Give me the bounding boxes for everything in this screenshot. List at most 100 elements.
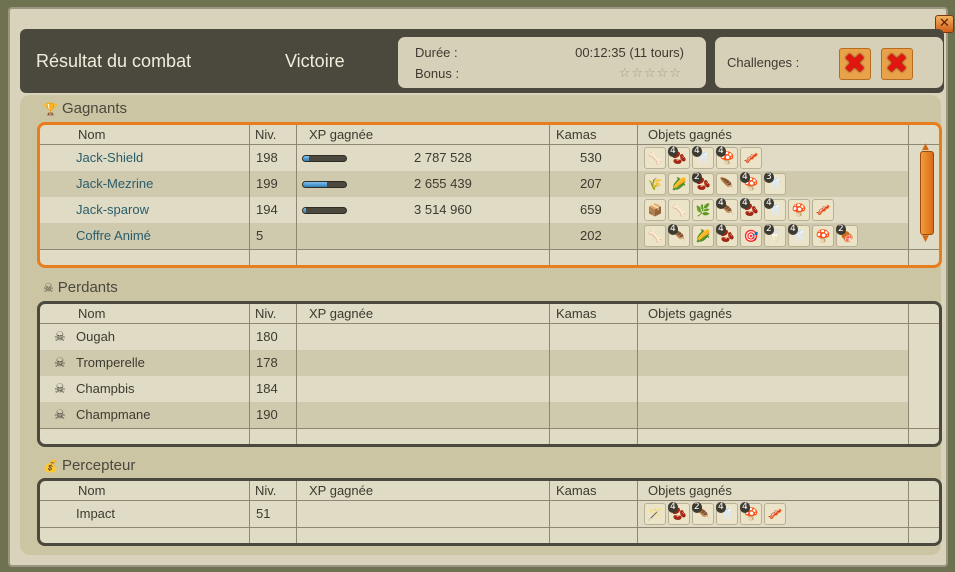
- items-gained: 📦 🦴 🌿 🪶 4 🫘 4 🦷 4 🍄 🥓: [644, 198, 836, 221]
- item-quantity-badge: 2: [836, 224, 846, 235]
- table-row[interactable]: Jack-sparow 194 3 514 960 659 📦 🦴 🌿 🪶 4 🫘 4 🦷 4 🍄 🥓: [40, 197, 908, 223]
- loot-item-icon[interactable]: 🌽: [668, 173, 690, 195]
- loot-item-icon[interactable]: 🦷 4: [716, 502, 738, 525]
- table-header: Nom Niv. XP gagnée Kamas Objets gagnés: [40, 481, 908, 500]
- kamas-gained: 207: [580, 176, 602, 191]
- scroll-up-arrow-icon[interactable]: ▲: [922, 143, 932, 152]
- player-name[interactable]: Coffre Animé: [76, 223, 151, 249]
- skull-icon: ☠: [54, 407, 66, 422]
- loot-item-icon[interactable]: 🫘 4: [668, 146, 690, 169]
- loot-item-icon[interactable]: 🫘 4: [716, 224, 738, 247]
- player-name[interactable]: Jack-Shield: [76, 145, 143, 171]
- column-header-name: Nom: [78, 483, 106, 498]
- loot-item-icon[interactable]: 🪶 4: [716, 198, 738, 221]
- scrollbar[interactable]: ▲ ▼: [920, 143, 934, 244]
- skull-icon: ☠: [54, 381, 66, 396]
- item-quantity-badge: 2: [692, 172, 702, 183]
- item-quantity-badge: 2: [692, 502, 702, 513]
- challenge-failed-icon[interactable]: [839, 47, 871, 80]
- column-header-name: Nom: [78, 127, 106, 142]
- loot-item-icon[interactable]: 🥛 2: [764, 224, 786, 247]
- combat-info-box: Durée : 00:12:35 (11 tours) Bonus : ☆☆☆☆…: [398, 37, 706, 88]
- header: Résultat du combat Victoire Durée : 00:1…: [20, 29, 944, 93]
- loot-item-icon[interactable]: 🦷 3: [764, 172, 786, 195]
- column-header-xp: XP gagnée: [309, 306, 374, 321]
- loot-item-icon[interactable]: 🌾: [644, 173, 666, 195]
- loot-item-icon[interactable]: 📦: [644, 199, 666, 221]
- item-quantity-badge: 4: [716, 146, 726, 157]
- player-name[interactable]: Jack-sparow: [76, 197, 149, 223]
- challenges-box: Challenges :: [715, 37, 943, 88]
- loot-item-icon[interactable]: 🦷 4: [764, 198, 786, 221]
- loot-item-icon[interactable]: 🪶 2: [692, 502, 714, 525]
- item-quantity-badge: 2: [764, 224, 774, 235]
- loot-item-icon[interactable]: 🍖 2: [836, 224, 858, 247]
- window-title: Résultat du combat: [36, 51, 192, 71]
- duration-label: Durée :: [415, 45, 458, 60]
- item-quantity-badge: 4: [692, 146, 702, 157]
- xp-progress-bar: [302, 181, 347, 188]
- loot-item-icon[interactable]: 🥓: [812, 199, 834, 221]
- winners-table: Nom Niv. XP gagnée Kamas Objets gagnés Jack-S…: [37, 122, 942, 268]
- loot-item-icon[interactable]: 🦴: [644, 225, 666, 247]
- loot-item-icon[interactable]: 🍄 4: [740, 172, 762, 195]
- loot-item-icon[interactable]: 🥓: [764, 503, 786, 525]
- loot-item-icon[interactable]: 🍄 4: [740, 502, 762, 525]
- column-header-items: Objets gagnés: [648, 127, 732, 142]
- column-header-level: Niv.: [255, 127, 277, 142]
- table-row[interactable]: ☠ Champmane 190: [40, 402, 908, 428]
- column-header-kamas: Kamas: [556, 306, 597, 321]
- player-name: ☠ Champbis: [54, 376, 135, 402]
- loot-item-icon[interactable]: 🪶 4: [668, 224, 690, 247]
- column-header-level: Niv.: [255, 483, 277, 498]
- scrollbar-thumb[interactable]: [920, 151, 934, 235]
- column-header-items: Objets gagnés: [648, 306, 732, 321]
- duration-value: 00:12:35 (11 tours): [575, 45, 684, 60]
- loot-item-icon[interactable]: 🌿: [692, 199, 714, 221]
- table-row[interactable]: Jack-Mezrine 199 2 655 439 207 🌾 🌽 🫘 2 🪶 🍄 4 🦷 3: [40, 171, 908, 197]
- loot-item-icon[interactable]: 🍄: [812, 225, 834, 247]
- column-header-level: Niv.: [255, 306, 277, 321]
- items-gained: 🦴 🫘 4 🦷 4 🍄 4 🥓: [644, 146, 764, 169]
- table-row[interactable]: ☠ Champbis 184: [40, 376, 908, 402]
- player-name: ☠ Tromperelle: [54, 350, 145, 376]
- loot-item-icon[interactable]: 🍄 4: [716, 146, 738, 169]
- bag-icon: 💰: [43, 459, 58, 473]
- item-quantity-badge: 4: [716, 224, 726, 235]
- loot-item-icon[interactable]: 🎯: [740, 225, 762, 247]
- player-level: 51: [256, 506, 271, 521]
- item-quantity-badge: 4: [716, 502, 726, 513]
- loot-item-icon[interactable]: 🌽: [692, 225, 714, 247]
- loot-item-icon[interactable]: 🦷 4: [692, 146, 714, 169]
- table-row[interactable]: ☠ Tromperelle 178: [40, 350, 908, 376]
- item-quantity-badge: 4: [668, 146, 678, 157]
- item-quantity-badge: 4: [788, 224, 798, 235]
- table-header: Nom Niv. XP gagnée Kamas Objets gagnés: [40, 125, 908, 144]
- table-row[interactable]: Impact 51 🪄 🫘 4 🪶 2 🦷 4 🍄 4 🥓: [40, 501, 908, 527]
- scroll-down-arrow-icon[interactable]: ▼: [922, 235, 932, 244]
- loot-item-icon[interactable]: 🍄: [788, 199, 810, 221]
- loot-item-icon[interactable]: 🪶: [716, 173, 738, 195]
- table-row[interactable]: Coffre Animé 5 202 🦴 🪶 4 🌽 🫘 4 🎯 🥛 2 🦷 4 🍄 🍖 2: [40, 223, 908, 249]
- table-row[interactable]: ☠ Ougah 180: [40, 324, 908, 350]
- loot-item-icon[interactable]: 🫘 4: [740, 198, 762, 221]
- collector-table: Nom Niv. XP gagnée Kamas Objets gagnés Impact…: [37, 478, 942, 546]
- loot-item-icon[interactable]: 🦷 4: [788, 224, 810, 247]
- item-quantity-badge: 4: [740, 502, 750, 513]
- player-level: 190: [256, 407, 278, 422]
- loot-item-icon[interactable]: 🦴: [644, 147, 666, 169]
- table-row[interactable]: Jack-Shield 198 2 787 528 530 🦴 🫘 4 🦷 4 🍄 4 🥓: [40, 145, 908, 171]
- loot-item-icon[interactable]: 🦴: [668, 199, 690, 221]
- item-quantity-badge: 4: [740, 198, 750, 209]
- combat-result: Victoire: [285, 51, 345, 71]
- player-name[interactable]: Jack-Mezrine: [76, 171, 153, 197]
- loot-item-icon[interactable]: 🫘 2: [692, 172, 714, 195]
- loot-item-icon[interactable]: 🫘 4: [668, 502, 690, 525]
- kamas-gained: 530: [580, 150, 602, 165]
- results-content: 🏆 Gagnants Nom Niv. XP gagnée Kamas Objets ga…: [20, 95, 942, 555]
- loot-item-icon[interactable]: 🥓: [740, 147, 762, 169]
- challenge-failed-icon[interactable]: [881, 47, 913, 80]
- player-level: 184: [256, 381, 278, 396]
- xp-progress-fill: [303, 182, 327, 187]
- loot-item-icon[interactable]: 🪄: [644, 503, 666, 525]
